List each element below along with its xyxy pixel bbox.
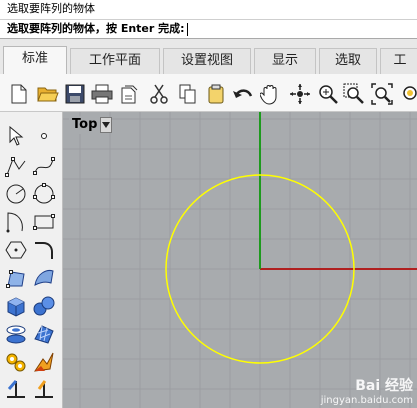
- dimension-icon[interactable]: [4, 376, 28, 400]
- viewport-grid: [63, 112, 417, 408]
- polyline-icon[interactable]: [4, 154, 28, 178]
- undo-icon[interactable]: [231, 82, 255, 106]
- cylinder-icon[interactable]: [4, 322, 28, 346]
- viewport-canvas[interactable]: [63, 112, 417, 408]
- top-viewport[interactable]: Top Bai 经验 jingyan.baidu.com: [63, 112, 417, 408]
- box-solid-icon[interactable]: [4, 294, 28, 318]
- tab-construction-plane[interactable]: 工作平面: [70, 48, 160, 74]
- tab-standard[interactable]: 标准: [3, 46, 67, 74]
- surface-corner-icon[interactable]: [4, 266, 28, 290]
- pan-hand-icon[interactable]: [258, 82, 282, 106]
- tab-label: 工作平面: [88, 53, 141, 68]
- new-file-icon[interactable]: [7, 82, 31, 106]
- copy-icon[interactable]: [176, 82, 200, 106]
- loft-icon[interactable]: [32, 266, 56, 290]
- zoom-window-icon[interactable]: [342, 82, 366, 106]
- tab-work[interactable]: 工: [380, 48, 417, 74]
- command-history-text: 选取要阵列的物体: [7, 2, 95, 15]
- polygon-icon[interactable]: [4, 238, 28, 262]
- tab-label: 标准: [21, 51, 48, 66]
- select-arrow-icon[interactable]: [4, 124, 28, 148]
- point-icon[interactable]: [32, 124, 56, 148]
- zoom-selected-icon[interactable]: [398, 82, 417, 106]
- mesh-icon[interactable]: [32, 322, 56, 346]
- zoom-icon[interactable]: [316, 82, 340, 106]
- left-toolbar: [0, 112, 63, 408]
- rectangle-icon[interactable]: [32, 210, 56, 234]
- arc-icon[interactable]: [4, 210, 28, 234]
- command-prompt-text: 选取要阵列的物体，按 Enter 完成:: [7, 22, 185, 35]
- tab-label: 工: [393, 53, 407, 68]
- boolean-icon[interactable]: [32, 350, 56, 374]
- viewport-title[interactable]: Top: [69, 116, 113, 134]
- watermark: Bai 经验 jingyan.baidu.com: [321, 375, 413, 406]
- sphere-icon[interactable]: [32, 294, 56, 318]
- standard-toolbar: [0, 74, 417, 112]
- fillet-curve-icon[interactable]: [32, 238, 56, 262]
- open-folder-icon[interactable]: [36, 82, 60, 106]
- zoom-extents-icon[interactable]: [370, 82, 394, 106]
- command-line[interactable]: 选取要阵列的物体，按 Enter 完成:: [0, 19, 417, 39]
- toolbar-tabs: 标准 工作平面 设置视图 显示 选取 工: [0, 39, 417, 74]
- paste-icon[interactable]: [204, 82, 228, 106]
- watermark-url: jingyan.baidu.com: [320, 395, 413, 406]
- curve-icon[interactable]: [32, 154, 56, 178]
- tab-label: 选取: [334, 53, 361, 68]
- gear-transform-icon[interactable]: [4, 350, 28, 374]
- tab-select[interactable]: 选取: [319, 48, 377, 74]
- circle-icon[interactable]: [4, 182, 28, 206]
- cut-icon[interactable]: [147, 82, 171, 106]
- tab-label: 显示: [271, 53, 298, 68]
- text-caret: [186, 22, 188, 36]
- viewport-name[interactable]: Top: [69, 116, 101, 134]
- command-history: 选取要阵列的物体: [0, 0, 417, 19]
- tab-label: 设置视图: [180, 53, 233, 68]
- snap-icon[interactable]: [32, 376, 56, 400]
- rotate-view-icon[interactable]: [288, 82, 312, 106]
- tab-display[interactable]: 显示: [254, 48, 316, 74]
- watermark-logo: Bai 经验: [355, 378, 413, 394]
- circle-3pt-icon[interactable]: [32, 182, 56, 206]
- viewport-menu-dropdown-icon[interactable]: [100, 117, 113, 133]
- tab-set-view[interactable]: 设置视图: [163, 48, 251, 74]
- print-icon[interactable]: [90, 82, 114, 106]
- save-icon[interactable]: [63, 82, 87, 106]
- import-icon[interactable]: [117, 82, 141, 106]
